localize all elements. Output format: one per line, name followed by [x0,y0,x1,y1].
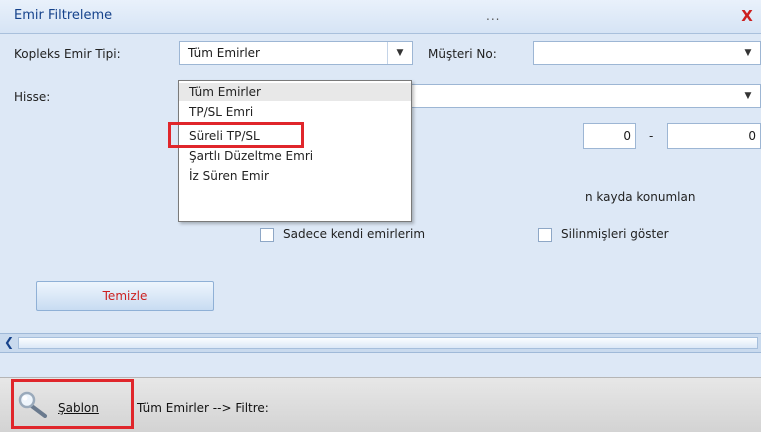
sadece-kendi-checkbox[interactable] [260,228,274,242]
dropdown-option-tum-emirler[interactable]: Tüm Emirler [179,83,411,101]
dropdown-option-sartli-duzeltme[interactable]: Şartlı Düzeltme Emri [179,147,411,165]
kayda-konumlan-label: n kayda konumlan [585,190,696,204]
emir-tipi-dropdown: Tüm Emirler TP/SL Emri Süreli TP/SL Şart… [178,80,412,222]
range-dash: - [649,129,654,143]
chevron-down-icon[interactable]: ▼ [736,42,760,64]
emir-tipi-value: Tüm Emirler [188,46,260,60]
chevron-down-icon[interactable]: ▼ [387,42,412,64]
sadece-kendi-label: Sadece kendi emirlerim [283,227,426,241]
number-from-input[interactable]: 0 [583,123,636,149]
filter-summary-text: Tüm Emirler --> Filtre: [137,401,269,415]
scroll-left-icon[interactable]: ❮ [4,335,16,351]
hisse-label: Hisse: [14,90,51,104]
emir-tipi-label: Kopleks Emir Tipi: [14,47,121,61]
window-title: Emir Filtreleme [14,8,113,23]
highlight-box-sablon [11,379,134,429]
horizontal-scrollbar[interactable]: ❮ [0,333,761,353]
title-bar: Emir Filtreleme ... X [0,0,761,34]
hisse-combo[interactable]: ▼ [408,84,761,108]
highlight-box-sureli [168,122,304,148]
scrollbar-thumb[interactable] [18,337,758,349]
chevron-down-icon[interactable]: ▼ [736,85,760,107]
musteri-no-label: Müşteri No: [428,47,497,61]
dropdown-option-tp-sl[interactable]: TP/SL Emri [179,103,411,121]
temizle-button[interactable]: Temizle [36,281,214,311]
emir-tipi-combo[interactable]: Tüm Emirler ▼ [179,41,413,65]
musteri-no-combo[interactable]: ▼ [533,41,761,65]
number-to-input[interactable]: 0 [667,123,761,149]
close-icon[interactable]: X [736,5,758,27]
title-dots: ... [486,9,501,23]
silinmisleri-checkbox[interactable] [538,228,552,242]
dropdown-option-iz-suren[interactable]: İz Süren Emir [179,167,411,185]
bottom-gap [0,353,761,377]
silinmisleri-label: Silinmişleri göster [561,227,669,241]
